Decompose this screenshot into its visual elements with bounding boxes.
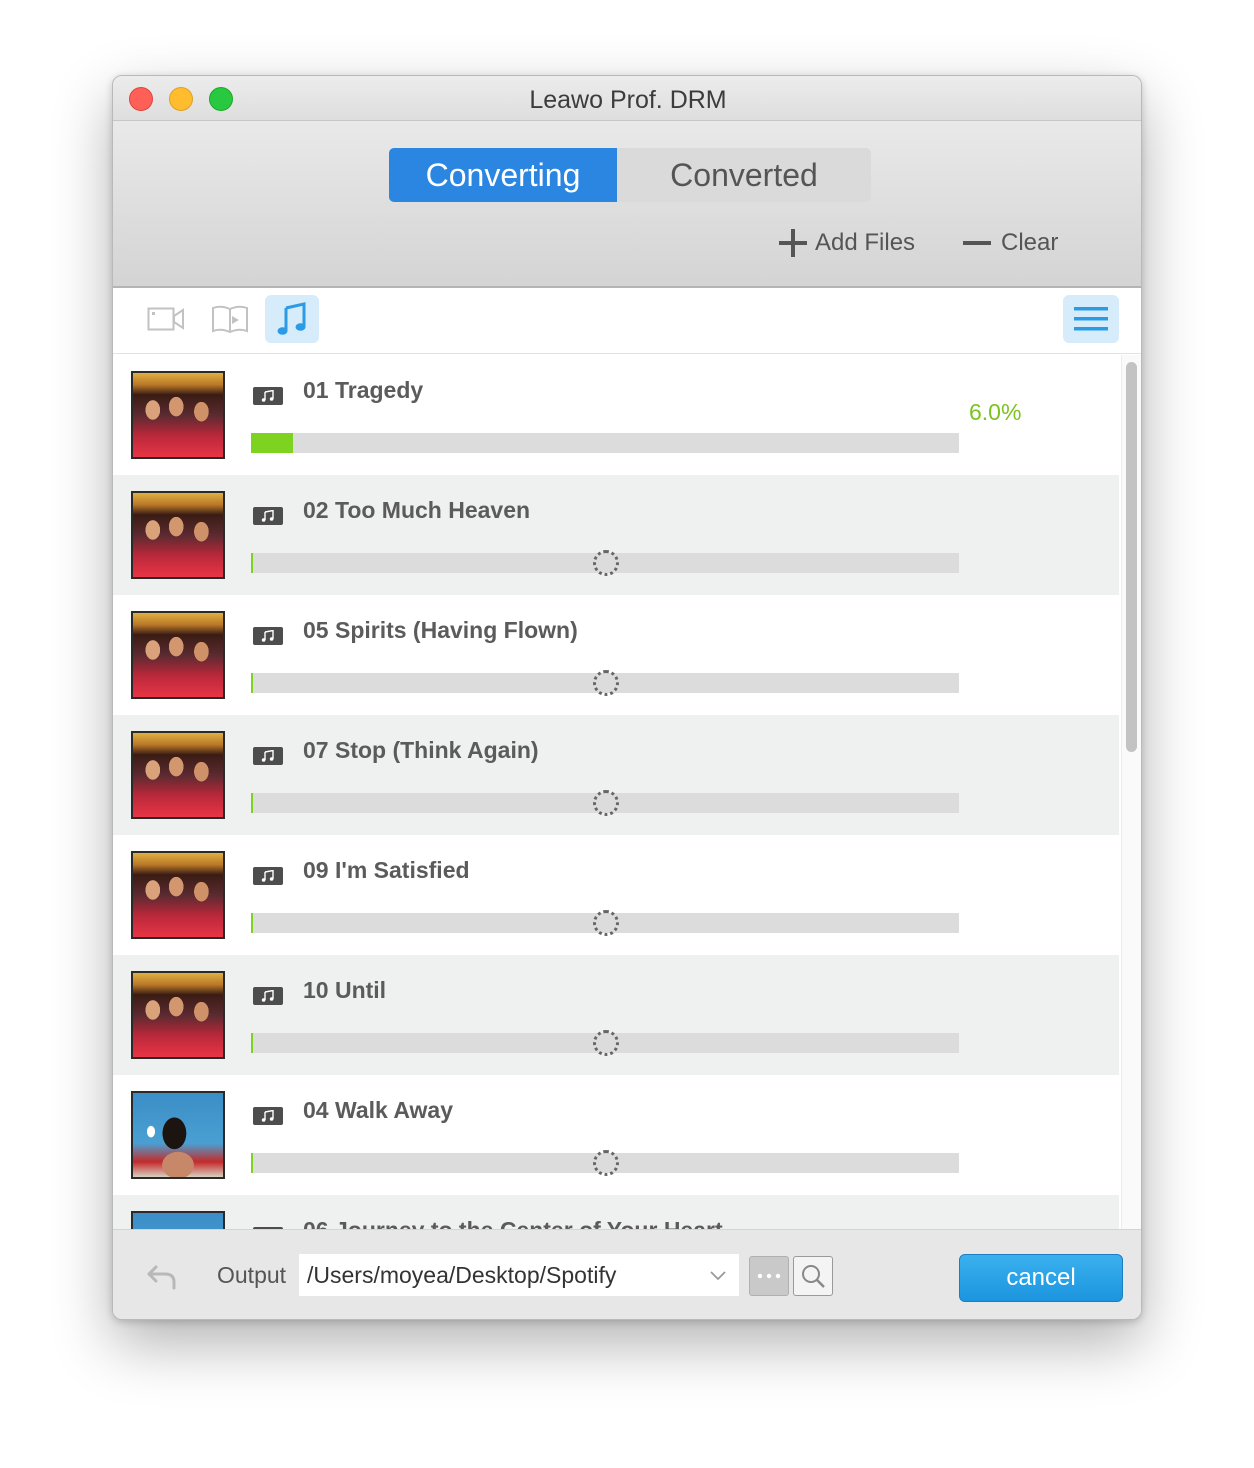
track-row[interactable]: 05 Spirits (Having Flown) — [113, 595, 1119, 715]
progress-fill — [251, 553, 253, 573]
track-name: 05 Spirits (Having Flown) — [303, 617, 578, 643]
music-filter-button[interactable] — [265, 295, 319, 343]
tab-converting[interactable]: Converting — [389, 148, 617, 202]
hamburger-menu-icon — [1074, 307, 1108, 331]
track-row[interactable]: 01 Tragedy 6.0% — [113, 355, 1119, 475]
track-list: 01 Tragedy 6.0% 02 Too Much Heaven 05 Spiri… — [113, 355, 1119, 1229]
ebook-filter-button[interactable] — [203, 295, 257, 343]
open-folder-button[interactable] — [793, 1256, 833, 1296]
bottom-bar: Output /Users/moyea/Desktop/Spotify canc… — [113, 1229, 1141, 1319]
video-filter-button[interactable] — [139, 295, 193, 343]
window-title: Leawo Prof. DRM — [529, 86, 727, 114]
ellipsis-icon — [757, 1273, 781, 1279]
audio-file-icon — [253, 1107, 283, 1125]
track-row[interactable]: 04 Walk Away — [113, 1075, 1119, 1195]
list-menu-button[interactable] — [1063, 295, 1119, 343]
track-name: 09 I'm Satisfied — [303, 857, 470, 883]
album-art-thumbnail — [131, 851, 225, 939]
minus-icon — [963, 241, 991, 245]
progress-fill — [251, 1033, 253, 1053]
track-name: 01 Tragedy — [303, 377, 424, 403]
plus-icon — [779, 229, 807, 257]
track-name: 06 Journey to the Center of Your Heart — [303, 1217, 723, 1229]
track-name: 10 Until — [303, 977, 387, 1003]
progress-bar — [251, 433, 959, 453]
progress-fill — [251, 673, 253, 693]
loading-spinner-icon — [593, 1030, 619, 1056]
audio-file-icon — [253, 867, 283, 885]
album-art-thumbnail — [131, 731, 225, 819]
track-row[interactable]: 06 Journey to the Center of Your Heart — [113, 1195, 1119, 1229]
audio-file-icon — [253, 747, 283, 765]
undo-arrow-icon[interactable] — [145, 1264, 177, 1290]
progress-percent: 6.0% — [969, 399, 1022, 425]
album-art-thumbnail — [131, 1091, 225, 1179]
album-art-thumbnail — [131, 971, 225, 1059]
scrollbar-thumb[interactable] — [1126, 362, 1137, 752]
loading-spinner-icon — [593, 550, 619, 576]
loading-spinner-icon — [593, 910, 619, 936]
add-files-button[interactable]: Add Files — [779, 227, 915, 259]
progress-fill — [251, 913, 253, 933]
track-row[interactable]: 10 Until — [113, 955, 1119, 1075]
audio-file-icon — [253, 387, 283, 405]
track-name: 07 Stop (Think Again) — [303, 737, 539, 763]
magnifier-icon — [802, 1265, 825, 1288]
audio-file-icon — [253, 987, 283, 1005]
progress-fill — [251, 1153, 253, 1173]
add-files-label: Add Files — [815, 229, 916, 256]
title-bar: Leawo Prof. DRM — [113, 76, 1141, 121]
album-art-thumbnail — [131, 611, 225, 699]
loading-spinner-icon — [593, 1150, 619, 1176]
audio-file-icon — [253, 507, 283, 525]
album-art-thumbnail — [131, 1211, 225, 1229]
loading-spinner-icon — [593, 790, 619, 816]
browse-folder-button[interactable] — [749, 1256, 789, 1296]
cancel-button[interactable]: cancel — [959, 1254, 1123, 1302]
app-window: Leawo Prof. DRM Converting Converted Add… — [112, 75, 1142, 1320]
progress-fill — [251, 793, 253, 813]
clear-label: Clear — [1001, 229, 1059, 256]
header-toolbar: Converting Converted Add Files Clear — [113, 121, 1141, 288]
music-note-icon — [277, 302, 306, 335]
track-row[interactable]: 09 I'm Satisfied — [113, 835, 1119, 955]
album-art-thumbnail — [131, 491, 225, 579]
tab-converted[interactable]: Converted — [617, 148, 871, 202]
clear-button[interactable]: Clear — [963, 227, 1058, 259]
loading-spinner-icon — [593, 670, 619, 696]
album-art-thumbnail — [131, 371, 225, 459]
track-name: 02 Too Much Heaven — [303, 497, 531, 523]
track-name: 04 Walk Away — [303, 1097, 454, 1123]
audio-file-icon — [253, 627, 283, 645]
chevron-down-icon[interactable] — [709, 1266, 727, 1284]
tab-group: Converting Converted — [389, 148, 871, 202]
progress-fill — [251, 433, 293, 453]
output-label: Output — [217, 1262, 287, 1288]
filter-bar — [113, 288, 1141, 354]
book-icon — [212, 305, 248, 334]
track-row[interactable]: 02 Too Much Heaven — [113, 475, 1119, 595]
track-row[interactable]: 07 Stop (Think Again) — [113, 715, 1119, 835]
output-path-field[interactable]: /Users/moyea/Desktop/Spotify — [299, 1254, 739, 1296]
video-camera-icon — [147, 307, 184, 331]
